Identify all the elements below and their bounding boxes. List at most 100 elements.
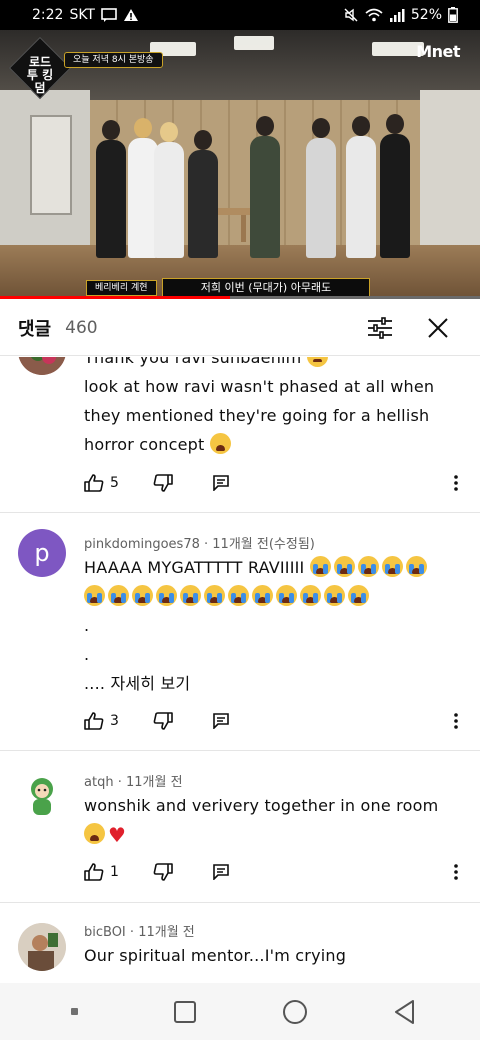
thumbs-up-icon — [84, 863, 104, 881]
comment-body: wonshik and verivery together in one roo… — [84, 791, 458, 850]
comments-header: 댓글 460 — [0, 300, 480, 356]
comment-line: they mentioned they're going for a helli… — [84, 406, 430, 425]
like-button[interactable]: 3 — [84, 712, 119, 730]
comment-actions: 1 — [84, 857, 466, 887]
comment-meta: atqh · 11개월 전 — [84, 775, 183, 790]
loudly-crying-emoji-icon — [252, 585, 273, 606]
loudly-crying-emoji-icon — [180, 585, 201, 606]
read-more-link[interactable]: 자세히 보기 — [110, 674, 190, 693]
video-scene-light — [234, 36, 274, 50]
loudly-crying-emoji-icon — [405, 556, 427, 577]
wifi-icon — [365, 8, 383, 22]
sort-filter-button[interactable] — [360, 308, 400, 348]
comment-more-button[interactable] — [446, 713, 466, 729]
comment-line — [84, 582, 458, 611]
status-carrier: SKT — [69, 7, 95, 23]
comment-line: HAAAA MYGATTTTT RAVIIIII — [84, 553, 458, 582]
overview-button[interactable] — [155, 990, 215, 1034]
avatar-letter: p — [34, 539, 50, 567]
comments-count: 460 — [65, 317, 98, 338]
comment-more-button[interactable] — [446, 864, 466, 880]
video-progress-fill — [0, 296, 231, 299]
close-comments-button[interactable] — [418, 308, 458, 348]
avatar[interactable] — [18, 357, 66, 375]
comment-meta: bicBOI · 11개월 전 — [84, 925, 195, 940]
comment-line: .... 자세히 보기 — [84, 674, 191, 693]
weary-face-emoji-icon — [84, 823, 105, 844]
reply-icon — [213, 864, 229, 880]
caption-name: 베리베리 계현 — [86, 280, 157, 296]
laughing-crying-emoji-icon — [209, 433, 231, 454]
comment-line: Thank you ravi sunbaenim — [84, 357, 458, 372]
close-icon — [428, 317, 448, 338]
status-time: 2:22 — [32, 7, 64, 23]
comment-body: Our spiritual mentor...I'm crying — [84, 941, 458, 970]
comment-author[interactable]: atqh — [84, 775, 114, 790]
red-heart-icon: ♥ — [108, 823, 127, 847]
back-button[interactable] — [375, 990, 435, 1034]
comment-author[interactable]: pinkdomingoes78 — [84, 537, 200, 552]
comment-line: horror concept — [84, 430, 458, 459]
comments-title: 댓글 — [18, 318, 52, 340]
video-scene-door — [30, 115, 72, 215]
comment-more-button[interactable] — [446, 475, 466, 491]
thumbs-down-icon — [153, 863, 173, 881]
video-scene-wall — [420, 90, 480, 250]
comment-line: ♥ — [84, 820, 458, 850]
comment-time: 11개월 전 — [125, 775, 183, 790]
battery-icon — [448, 7, 458, 23]
avatar[interactable] — [18, 771, 66, 819]
like-count: 1 — [110, 864, 119, 880]
reply-button[interactable] — [213, 475, 235, 491]
video-person — [250, 116, 280, 258]
like-count: 3 — [110, 713, 119, 729]
dislike-button[interactable] — [153, 712, 179, 730]
comment-body: Thank you ravi sunbaenim look at how rav… — [84, 357, 458, 459]
warning-icon — [123, 8, 139, 22]
video-person — [96, 120, 126, 258]
back-triangle-icon — [395, 999, 414, 1024]
loudly-crying-emoji-icon — [108, 585, 129, 606]
video-person — [154, 122, 184, 258]
broadcast-banner: 오늘 저녁 8시 본방송 — [64, 52, 163, 68]
thumbs-up-icon — [84, 474, 104, 492]
video-person — [380, 114, 410, 258]
teary-face-emoji-icon — [306, 357, 328, 367]
like-button[interactable]: 5 — [84, 474, 119, 492]
more-vert-icon — [454, 475, 458, 491]
system-nav-bar — [0, 983, 480, 1040]
comment-line: . — [84, 616, 90, 635]
dislike-button[interactable] — [153, 474, 179, 492]
reply-button[interactable] — [213, 864, 235, 880]
sliders-icon — [368, 316, 392, 339]
program-logo: 로드 투 킹덤 — [26, 55, 54, 95]
reply-icon — [213, 475, 229, 491]
thumbs-down-icon — [153, 474, 173, 492]
comment-author[interactable]: bicBOI — [84, 925, 126, 940]
recent-apps-button[interactable] — [45, 990, 105, 1034]
avatar[interactable]: p — [18, 529, 66, 577]
like-count: 5 — [110, 475, 119, 491]
mute-icon — [343, 7, 359, 23]
comment-body: HAAAA MYGATTTTT RAVIIIII . . .... 자세히 보기 — [84, 553, 458, 698]
video-progress-bar[interactable] — [0, 296, 480, 299]
caption-text: 저희 이번 (무대가) 아무래도 — [162, 278, 370, 298]
comment-actions: 5 — [84, 468, 466, 498]
loudly-crying-emoji-icon — [309, 556, 331, 577]
loudly-crying-emoji-icon — [204, 585, 225, 606]
video-person — [306, 118, 336, 258]
home-button[interactable] — [265, 990, 325, 1034]
comment-actions: 3 — [84, 706, 466, 736]
square-icon — [174, 1000, 196, 1023]
loudly-crying-emoji-icon — [348, 585, 369, 606]
status-bar: 2:22 SKT 52% — [0, 0, 480, 30]
dislike-button[interactable] — [153, 863, 179, 881]
like-button[interactable]: 1 — [84, 863, 119, 881]
comment-list[interactable]: Thank you ravi sunbaenim look at how rav… — [0, 357, 480, 983]
reply-button[interactable] — [213, 713, 235, 729]
loudly-crying-emoji-icon — [228, 585, 249, 606]
video-player[interactable]: 로드 투 킹덤 오늘 저녁 8시 본방송 Mnet 베리베리 계현 저희 이번 … — [0, 30, 480, 298]
divider — [0, 750, 480, 751]
reply-icon — [213, 713, 229, 729]
avatar[interactable] — [18, 923, 66, 971]
